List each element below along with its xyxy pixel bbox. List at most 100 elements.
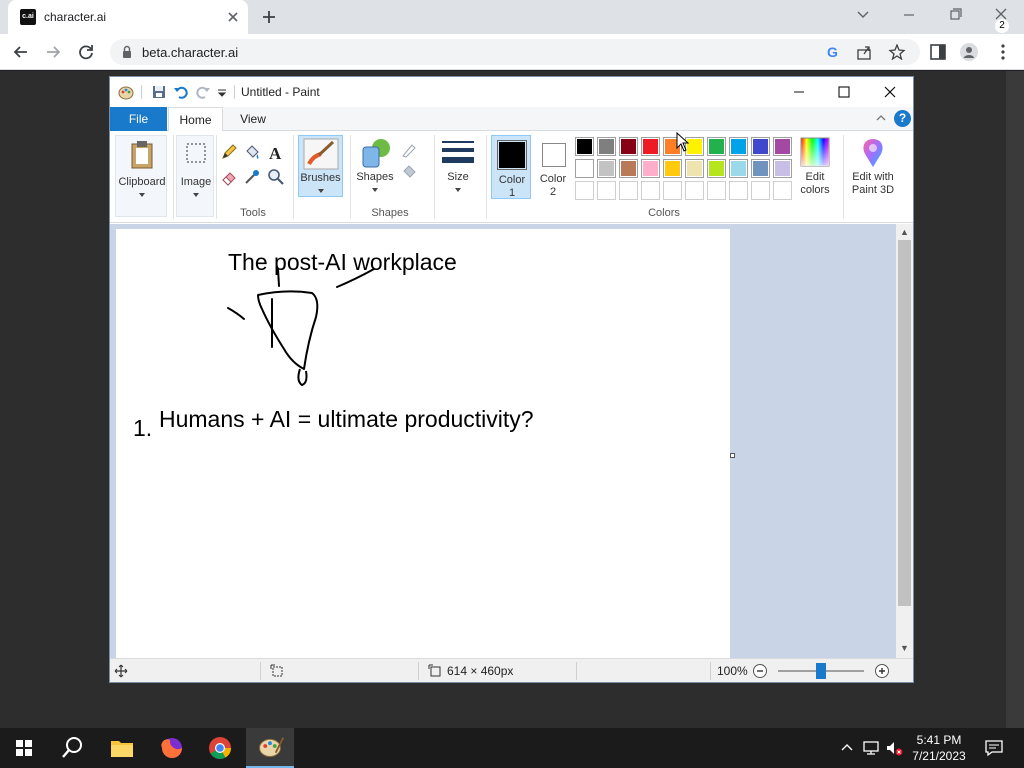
- palette-swatch[interactable]: [685, 181, 704, 200]
- palette-swatch[interactable]: [663, 159, 682, 178]
- palette-swatch[interactable]: [619, 181, 638, 200]
- minimize-icon[interactable]: [896, 4, 922, 26]
- palette-swatch[interactable]: [597, 159, 616, 178]
- clipboard-button[interactable]: Clipboard: [115, 135, 167, 217]
- text-tool-icon[interactable]: A: [267, 143, 285, 161]
- palette-swatch[interactable]: [575, 181, 594, 200]
- canvas-resize-handle[interactable]: [730, 453, 735, 458]
- profile-avatar-icon[interactable]: [959, 42, 979, 62]
- browser-tab[interactable]: c.ai character.ai: [8, 0, 248, 34]
- palette-swatch[interactable]: [641, 181, 660, 200]
- address-bar[interactable]: beta.character.ai G: [110, 39, 920, 65]
- palette-swatch[interactable]: [773, 159, 792, 178]
- customize-quick-access-icon[interactable]: [214, 84, 230, 100]
- reload-icon[interactable]: [75, 41, 97, 63]
- paint-close-icon[interactable]: [870, 80, 910, 104]
- palette-swatch[interactable]: [575, 137, 594, 156]
- scroll-down-icon[interactable]: ▼: [896, 640, 913, 656]
- tab-file[interactable]: File: [110, 107, 167, 131]
- palette-swatch[interactable]: [729, 181, 748, 200]
- size-icon[interactable]: [441, 139, 475, 167]
- paint-minimize-icon[interactable]: [779, 80, 819, 104]
- show-hidden-icons-icon[interactable]: [838, 739, 856, 757]
- palette-swatch-color: [753, 139, 768, 154]
- lock-icon[interactable]: [120, 45, 134, 59]
- brushes-button[interactable]: Brushes: [298, 135, 343, 197]
- chrome-menu-icon[interactable]: [993, 42, 1013, 62]
- palette-swatch[interactable]: [575, 159, 594, 178]
- dropdown-arrow-icon: [455, 188, 461, 192]
- vertical-scrollbar[interactable]: ▲ ▼: [896, 224, 913, 658]
- palette-swatch[interactable]: [707, 159, 726, 178]
- share-icon[interactable]: [855, 44, 873, 60]
- google-icon[interactable]: G: [824, 44, 842, 60]
- palette-swatch[interactable]: [619, 137, 638, 156]
- bookmark-star-icon[interactable]: [888, 44, 906, 60]
- paint-app-icon[interactable]: [118, 84, 134, 100]
- notification-center-icon[interactable]: [984, 738, 1004, 758]
- dropdown-arrow-icon: [139, 193, 145, 197]
- paint-3d-icon[interactable]: [858, 137, 888, 169]
- collapse-ribbon-icon[interactable]: [874, 111, 888, 125]
- paint-taskbar-icon[interactable]: [246, 728, 294, 768]
- restore-icon[interactable]: [942, 4, 968, 26]
- palette-swatch[interactable]: [729, 159, 748, 178]
- save-icon[interactable]: [151, 84, 167, 100]
- palette-swatch[interactable]: [751, 137, 770, 156]
- palette-swatch[interactable]: [685, 159, 704, 178]
- pencil-icon[interactable]: [220, 143, 238, 161]
- paint-maximize-icon[interactable]: [824, 80, 864, 104]
- tab-search-chevron-icon[interactable]: [850, 4, 876, 26]
- fill-icon[interactable]: [400, 163, 418, 181]
- outline-icon[interactable]: [400, 141, 418, 159]
- fill-bucket-icon[interactable]: [243, 143, 261, 161]
- scrollbar-thumb[interactable]: [898, 240, 911, 606]
- brush-icon: [303, 138, 339, 170]
- edit-colors-icon[interactable]: [800, 137, 830, 167]
- redo-icon[interactable]: [195, 84, 211, 100]
- system-clock[interactable]: 5:41 PM 7/21/2023: [900, 732, 978, 764]
- scroll-up-icon[interactable]: ▲: [896, 224, 913, 240]
- palette-swatch[interactable]: [641, 159, 660, 178]
- color2-button[interactable]: Color 2: [533, 135, 573, 199]
- eraser-icon[interactable]: [220, 168, 238, 186]
- palette-swatch[interactable]: [597, 181, 616, 200]
- back-arrow-icon[interactable]: [10, 41, 32, 63]
- network-icon[interactable]: [862, 739, 880, 757]
- firefox-icon[interactable]: [148, 728, 196, 768]
- color1-button[interactable]: Color 1: [491, 135, 531, 199]
- palette-swatch[interactable]: [751, 181, 770, 200]
- tab-view[interactable]: View: [228, 107, 278, 131]
- side-panel-icon[interactable]: [928, 42, 948, 62]
- magnifier-icon[interactable]: [267, 168, 285, 186]
- undo-icon[interactable]: [173, 84, 189, 100]
- search-icon[interactable]: [48, 728, 96, 768]
- zoom-slider-thumb[interactable]: [816, 663, 826, 679]
- chrome-icon[interactable]: [196, 728, 244, 768]
- palette-swatch[interactable]: [707, 181, 726, 200]
- palette-swatch[interactable]: [707, 137, 726, 156]
- palette-swatch[interactable]: [597, 137, 616, 156]
- palette-swatch[interactable]: [729, 137, 748, 156]
- image-button[interactable]: Image: [176, 135, 214, 217]
- palette-swatch[interactable]: [751, 159, 770, 178]
- color-picker-icon[interactable]: [243, 168, 261, 186]
- close-tab-icon[interactable]: [224, 8, 242, 26]
- palette-swatch[interactable]: [641, 137, 660, 156]
- new-tab-icon[interactable]: [258, 6, 280, 28]
- windows-start-icon[interactable]: [0, 728, 48, 768]
- palette-swatch[interactable]: [663, 181, 682, 200]
- tab-home[interactable]: Home: [168, 107, 223, 132]
- zoom-out-icon[interactable]: [752, 663, 768, 679]
- drawing-canvas[interactable]: The post-AI workplace 1. Humans + AI = u…: [116, 229, 730, 659]
- palette-swatch[interactable]: [773, 181, 792, 200]
- file-explorer-icon[interactable]: [98, 728, 146, 768]
- forward-arrow-icon[interactable]: [42, 41, 64, 63]
- zoom-in-icon[interactable]: [874, 663, 890, 679]
- dropdown-arrow-icon: [372, 188, 378, 192]
- help-icon[interactable]: ?: [894, 110, 911, 127]
- palette-swatch[interactable]: [619, 159, 638, 178]
- selection-size-icon: [270, 664, 283, 677]
- palette-swatch[interactable]: [773, 137, 792, 156]
- shapes-icon[interactable]: [359, 137, 393, 171]
